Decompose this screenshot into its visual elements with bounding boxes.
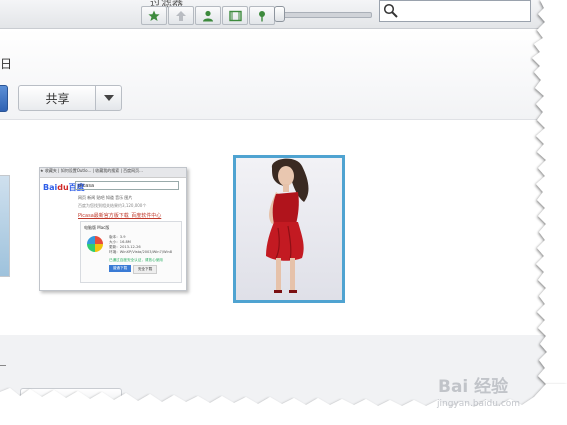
download-button: 普通下载 bbox=[109, 265, 131, 272]
selected-photo-thumbnail[interactable] bbox=[233, 155, 345, 303]
baidu-watermark: Bai 经验 bbox=[438, 377, 509, 397]
secure-download-button: 安全下载 bbox=[133, 265, 157, 274]
result-title: Picasa最新官方版下载_百度软件中心 bbox=[78, 213, 162, 219]
share-dropdown-button[interactable] bbox=[95, 85, 122, 111]
upload-button[interactable] bbox=[0, 85, 8, 112]
watermark-url: jingyan.baidu.com bbox=[437, 399, 521, 409]
footer-toolbar[interactable] bbox=[20, 388, 122, 410]
upload-icon bbox=[176, 10, 186, 21]
screenshot-thumbnail[interactable]: ★ 收藏夹 | 如何设置Outlo... | 收藏我的搜索 | 百度网页... … bbox=[39, 167, 187, 291]
portrait-figure bbox=[266, 158, 309, 293]
browser-tabs: ★ 收藏夹 | 如何设置Outlo... | 收藏我的搜索 | 百度网页... bbox=[40, 168, 186, 178]
star-icon bbox=[148, 10, 160, 21]
filter-toolbar: 过滤器 bbox=[0, 0, 567, 29]
person-icon bbox=[203, 10, 213, 21]
share-button[interactable]: 共享 bbox=[18, 85, 96, 111]
picasa-logo-icon bbox=[87, 236, 103, 252]
filter-geotagged-button[interactable] bbox=[249, 6, 275, 25]
divider bbox=[0, 365, 6, 366]
photo-grid: ★ 收藏夹 | 如何设置Outlo... | 收藏我的搜索 | 百度网页... … bbox=[0, 120, 567, 335]
picasa-window: 过滤器 日 共享 ★ 收藏夹 | 如何设置Outlo... | 收藏我的搜索 |… bbox=[0, 0, 567, 425]
chevron-down-icon bbox=[103, 95, 114, 101]
safe-notice: 已通过百度安全认证，请放心使用 bbox=[109, 258, 163, 262]
baidu-nav: 网页 新闻 贴吧 知道 音乐 图片 bbox=[78, 195, 133, 200]
search-input[interactable] bbox=[379, 0, 531, 22]
album-header: 日 共享 bbox=[0, 29, 567, 120]
filter-people-button[interactable] bbox=[195, 6, 221, 25]
filter-starred-button[interactable] bbox=[141, 6, 167, 25]
result-count: 百度为您找到相关结果约3,120,000个 bbox=[78, 203, 147, 208]
search-icon bbox=[383, 3, 398, 18]
card-tabs: 电脑版 Mac版 bbox=[84, 225, 110, 230]
photo-content bbox=[236, 158, 342, 300]
filter-date-slider[interactable] bbox=[280, 12, 372, 18]
filter-uploaded-button[interactable] bbox=[168, 6, 194, 25]
pin-icon bbox=[259, 10, 265, 21]
baidu-search-box: picasa bbox=[75, 181, 179, 190]
software-info: 版本：3.9 大小：16.8M 更新：2013-12-26 环境：WinXP/V… bbox=[109, 235, 173, 254]
filter-videos-button[interactable] bbox=[222, 6, 248, 25]
slider-handle[interactable] bbox=[274, 6, 285, 22]
result-card: 电脑版 Mac版 版本：3.9 大小：16.8M 更新：2013-12-26 环… bbox=[80, 221, 182, 283]
photo-thumbnail[interactable] bbox=[0, 175, 10, 277]
album-date: 日 bbox=[0, 57, 13, 71]
share-button-label: 共享 bbox=[45, 91, 70, 106]
film-icon bbox=[228, 10, 242, 21]
